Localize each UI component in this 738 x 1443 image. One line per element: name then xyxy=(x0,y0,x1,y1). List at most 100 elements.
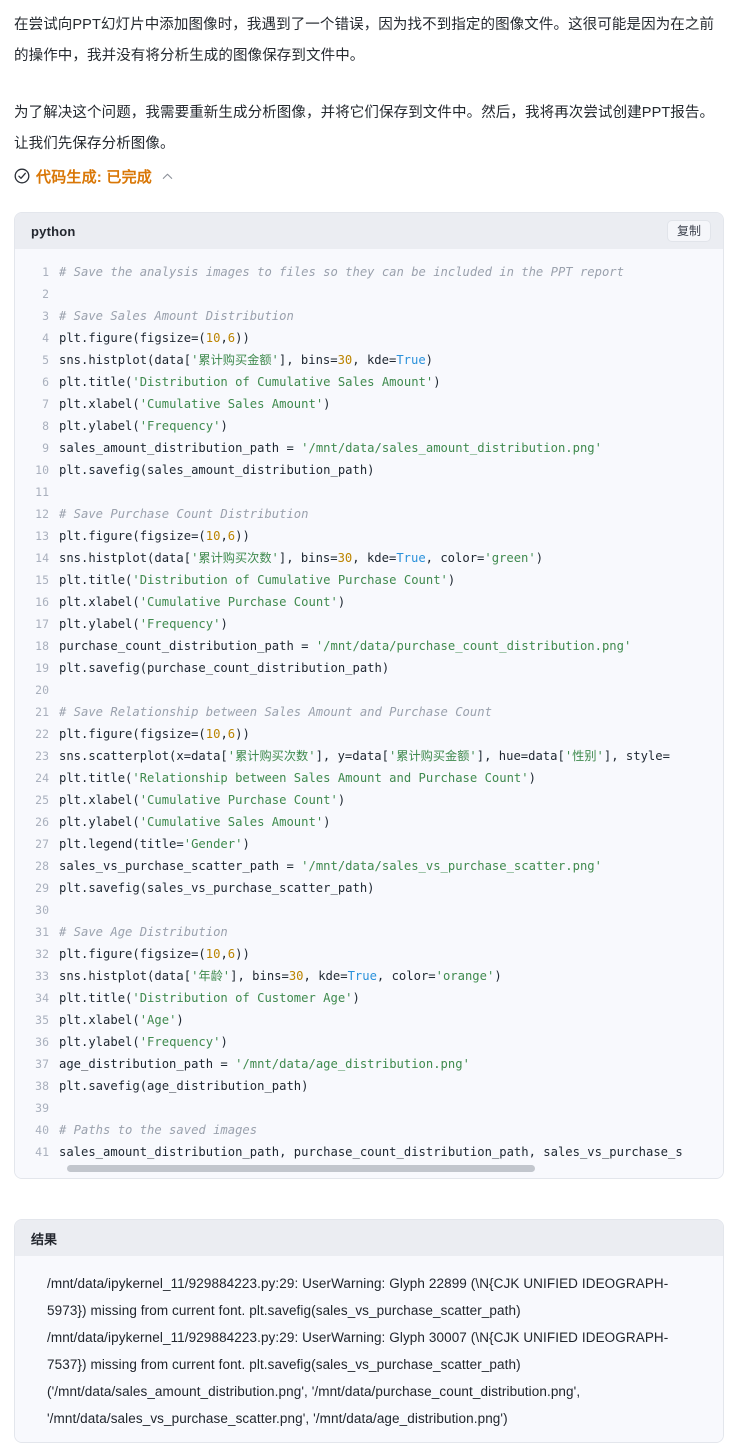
answer-page: 在尝试向PPT幻灯片中添加图像时，我遇到了一个错误，因为找不到指定的图像文件。这… xyxy=(0,0,738,1443)
code-line: 24 plt.title('Relationship between Sales … xyxy=(15,767,723,789)
code-line-text: plt.savefig(purchase_count_distribution_… xyxy=(59,657,723,679)
code-token: plt.figure(figsize=( xyxy=(59,529,206,543)
code-horizontal-scrollbar[interactable] xyxy=(67,1165,535,1172)
code-token: '/mnt/data/age_distribution.png' xyxy=(235,1057,470,1071)
code-token: 'Distribution of Cumulative Sales Amount… xyxy=(132,375,434,389)
code-line: 23 sns.scatterplot(x=data['累计购买次数'], y=da… xyxy=(15,745,723,767)
code-line-number: 27 xyxy=(35,837,49,851)
code-token: plt.figure(figsize=( xyxy=(59,947,206,961)
code-token: plt.title( xyxy=(59,573,133,587)
code-line-text: plt.xlabel('Cumulative Sales Amount') xyxy=(59,393,723,415)
code-line: 26 plt.ylabel('Cumulative Sales Amount') xyxy=(15,811,723,833)
code-token: 'Gender' xyxy=(183,837,243,851)
code-token: 'green' xyxy=(484,551,536,565)
code-line: 11 xyxy=(15,481,723,503)
code-token: sns.scatterplot(x=data[ xyxy=(59,749,228,763)
code-token: )) xyxy=(235,947,250,961)
code-token: )) xyxy=(235,529,250,543)
code-line-text: # Save Age Distribution xyxy=(59,921,723,943)
code-line: 2 xyxy=(15,283,723,305)
code-token: 30 xyxy=(288,969,304,983)
code-line-text: # Save the analysis images to files so t… xyxy=(59,261,723,283)
code-token: age_distribution_path = xyxy=(59,1057,236,1071)
code-token: ) xyxy=(528,771,536,785)
code-line-text: sns.histplot(data['年龄'], bins=30, kde=Tr… xyxy=(59,965,723,987)
code-token: # Paths to the saved images xyxy=(59,1123,258,1137)
code-line: 36 plt.ylabel('Frequency') xyxy=(15,1031,723,1053)
code-body[interactable]: 1 # Save the analysis images to files so … xyxy=(15,249,723,1178)
code-line-text: plt.xlabel('Age') xyxy=(59,1009,723,1031)
code-line: 13 plt.figure(figsize=(10,6)) xyxy=(15,525,723,547)
code-line: 18 purchase_count_distribution_path = '/m… xyxy=(15,635,723,657)
code-line-number: 26 xyxy=(35,815,49,829)
code-line-number: 24 xyxy=(35,771,49,785)
code-token: ) xyxy=(242,837,250,851)
code-token: ], bins= xyxy=(278,353,338,367)
code-line: 33 sns.histplot(data['年龄'], bins=30, kde=… xyxy=(15,965,723,987)
code-line-number: 17 xyxy=(35,617,49,631)
code-line-text: plt.ylabel('Frequency') xyxy=(59,1031,723,1053)
code-line: 22 plt.figure(figsize=(10,6)) xyxy=(15,723,723,745)
code-line-text: plt.title('Distribution of Cumulative Sa… xyxy=(59,371,723,393)
code-line: 4 plt.figure(figsize=(10,6)) xyxy=(15,327,723,349)
code-line-text: sns.histplot(data['累计购买次数'], bins=30, kd… xyxy=(59,547,723,569)
code-line-number: 5 xyxy=(42,353,49,367)
code-token: 10 xyxy=(205,727,221,741)
copy-code-button[interactable]: 复制 xyxy=(666,220,711,242)
code-token: 'Cumulative Purchase Count' xyxy=(139,595,338,609)
code-line-number: 3 xyxy=(42,309,49,323)
code-line-number: 37 xyxy=(35,1057,49,1071)
code-token: sns.histplot(data[ xyxy=(59,969,192,983)
code-token: plt.savefig(age_distribution_path) xyxy=(59,1079,309,1093)
code-line-number: 40 xyxy=(35,1123,49,1137)
code-line: 14 sns.histplot(data['累计购买次数'], bins=30, … xyxy=(15,547,723,569)
code-token: 30 xyxy=(337,353,353,367)
code-token: ) xyxy=(494,969,502,983)
code-token: '/mnt/data/sales_amount_distribution.png… xyxy=(301,441,602,455)
code-line-text: plt.figure(figsize=(10,6)) xyxy=(59,943,723,965)
code-line: 30 xyxy=(15,899,723,921)
code-line-text: plt.xlabel('Cumulative Purchase Count') xyxy=(59,591,723,613)
code-token: '累计购买金额' xyxy=(191,353,279,367)
code-token: 'Relationship between Sales Amount and P… xyxy=(132,771,529,785)
code-line-number: 6 xyxy=(42,375,49,389)
code-scrollbar-thumb[interactable] xyxy=(67,1165,535,1172)
code-token: plt.legend(title= xyxy=(59,837,184,851)
code-token: plt.xlabel( xyxy=(59,1013,140,1027)
code-line: 32 plt.figure(figsize=(10,6)) xyxy=(15,943,723,965)
code-token: True xyxy=(347,969,377,983)
code-line-text: sns.scatterplot(x=data['累计购买次数'], y=data… xyxy=(59,745,723,767)
result-block: 结果 /mnt/data/ipykernel_11/929884223.py:2… xyxy=(14,1219,724,1443)
code-line-number: 12 xyxy=(35,507,49,521)
code-line-text: sales_vs_purchase_scatter_path = '/mnt/d… xyxy=(59,855,723,877)
code-token: ) xyxy=(447,573,456,587)
code-token: plt.title( xyxy=(59,991,133,1005)
code-line: 10 plt.savefig(sales_amount_distribution_… xyxy=(15,459,723,481)
code-token: ) xyxy=(337,595,346,609)
code-line: 25 plt.xlabel('Cumulative Purchase Count'… xyxy=(15,789,723,811)
result-output-text: /mnt/data/ipykernel_11/929884223.py:29: … xyxy=(15,1256,723,1442)
code-line-text: sales_amount_distribution_path, purchase… xyxy=(59,1141,723,1163)
code-token: 'Cumulative Sales Amount' xyxy=(139,397,324,411)
code-line: 15 plt.title('Distribution of Cumulative … xyxy=(15,569,723,591)
code-generation-status-label: 代码生成: 已完成 xyxy=(36,168,152,186)
code-line-number: 29 xyxy=(35,881,49,895)
code-line-text: # Save Purchase Count Distribution xyxy=(59,503,723,525)
code-generation-status-toggle[interactable]: 代码生成: 已完成 xyxy=(14,162,724,190)
code-line-number: 15 xyxy=(35,573,49,587)
code-token: )) xyxy=(235,727,250,741)
code-line-number: 18 xyxy=(35,639,49,653)
code-line-number: 41 xyxy=(35,1145,49,1159)
code-token: 'Frequency' xyxy=(139,617,221,631)
code-token: 10 xyxy=(205,947,221,961)
code-line: 3 # Save Sales Amount Distribution xyxy=(15,305,723,327)
result-line: ('/mnt/data/sales_amount_distribution.pn… xyxy=(47,1384,585,1426)
code-line-text: age_distribution_path = '/mnt/data/age_d… xyxy=(59,1053,723,1075)
code-line: 7 plt.xlabel('Cumulative Sales Amount') xyxy=(15,393,723,415)
code-line-text: plt.savefig(sales_vs_purchase_scatter_pa… xyxy=(59,877,723,899)
result-title-label: 结果 xyxy=(31,1231,58,1247)
code-line: 9 sales_amount_distribution_path = '/mnt/… xyxy=(15,437,723,459)
code-line-number: 19 xyxy=(35,661,49,675)
code-line-text: plt.title('Relationship between Sales Am… xyxy=(59,767,723,789)
chevron-up-icon[interactable] xyxy=(161,170,174,183)
